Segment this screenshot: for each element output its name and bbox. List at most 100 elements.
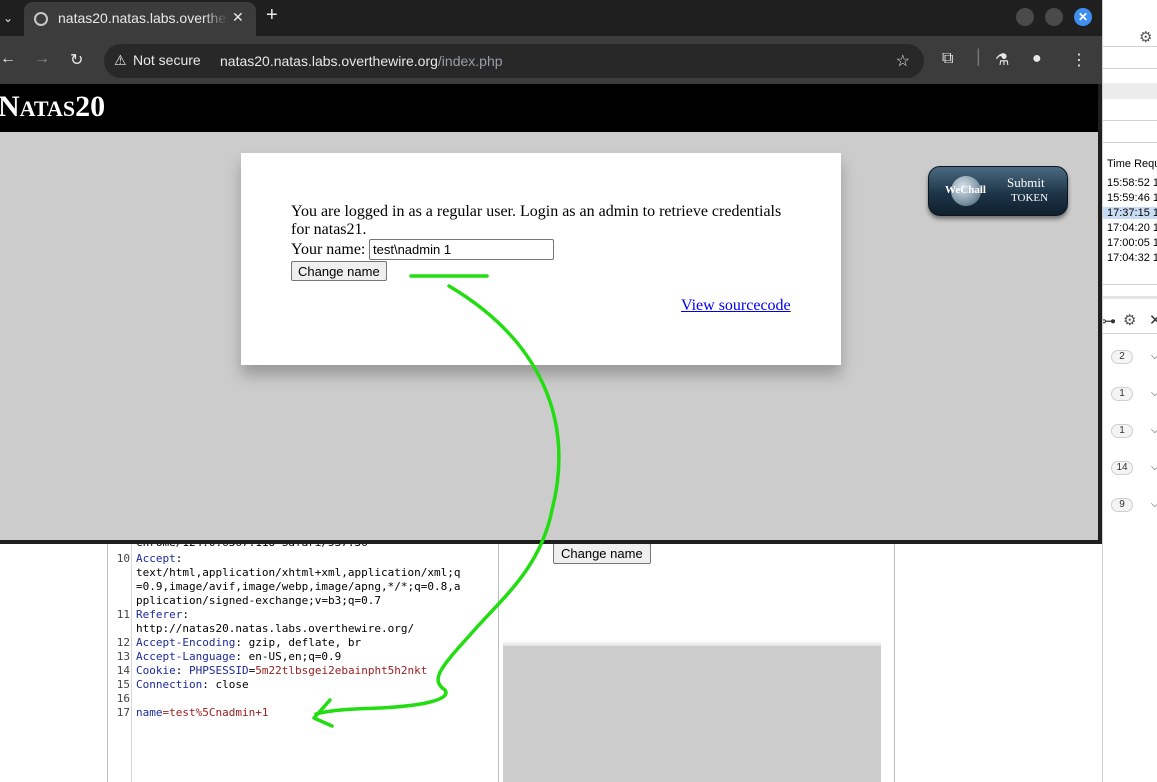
request-line[interactable]: 11 Referer: (108, 608, 500, 622)
header-key: Accept (136, 552, 176, 565)
wechall-submit-token-button[interactable]: WeChall Submit TOKEN (928, 166, 1068, 216)
url-path: /index.php (437, 53, 503, 69)
wechall-token-label: TOKEN (1011, 192, 1049, 204)
count-badge: 2 (1111, 350, 1133, 364)
request-line[interactable]: 14 Cookie: PHPSESSID=5m22tlbsgei2ebainpht… (108, 664, 500, 678)
request-line[interactable]: 16 (108, 692, 500, 706)
history-row-time[interactable]: 17:00:05 1 (1107, 237, 1157, 249)
forward-arrow-icon[interactable]: → (34, 50, 50, 68)
request-line[interactable]: pplication/signed-exchange;v=b3;q=0.7 (108, 594, 500, 608)
request-line[interactable]: 17 name=test%5Cnadmin+1 (108, 706, 500, 720)
header-key: Accept-Language (136, 650, 236, 663)
line-number: 17 (116, 706, 130, 719)
chevron-down-icon[interactable]: ⌵ (1151, 351, 1157, 362)
globe-icon (34, 12, 48, 26)
divider (1103, 68, 1157, 69)
close-icon[interactable]: ✕ (1149, 311, 1157, 329)
request-line[interactable]: =0.9,image/avif,image/webp,image/apng,*/… (108, 580, 500, 594)
wechall-brand: WeChall (945, 184, 986, 196)
header-value: : en-US,en;q=0.9 (235, 650, 342, 663)
header-value: text/html,application/xhtml+xml,applicat… (136, 566, 461, 579)
proxy-side-panel: ⚙ Time Requ 15:58:52 14 15:59:46 14 17:3… (1102, 0, 1157, 782)
toolbar-separator: | (976, 46, 981, 66)
close-window-button[interactable]: ✕ (1074, 8, 1092, 26)
history-row-time[interactable]: 17:04:32 14 (1107, 252, 1157, 264)
header-value: : gzip, deflate, br (235, 636, 362, 649)
tab-title: natas20.natas.labs.overthewire.org/index… (58, 10, 228, 26)
history-row-time[interactable]: 15:59:46 14 (1107, 192, 1157, 204)
new-tab-plus-icon[interactable]: + (266, 4, 278, 27)
count-badge: 14 (1111, 461, 1133, 475)
back-arrow-icon[interactable]: ← (0, 50, 16, 68)
count-badge: 9 (1111, 498, 1133, 512)
tab-search-chevron-icon[interactable]: ⌄ (0, 6, 16, 30)
tab-natas20[interactable]: natas20.natas.labs.overthewire.org/index… (24, 2, 256, 36)
chevron-down-icon[interactable]: ⌵ (1151, 425, 1157, 436)
inspector-gear-icon[interactable]: ⚙ (1123, 311, 1136, 329)
content-card: You are logged in as a regular user. Log… (241, 153, 841, 365)
history-row-time[interactable]: 17:04:20 1 (1107, 222, 1157, 234)
panel-divider (894, 540, 895, 782)
chevron-down-icon[interactable]: ⌵ (1151, 388, 1157, 399)
header-value: : (175, 552, 183, 565)
history-row-time[interactable]: 15:58:52 14 (1107, 177, 1157, 189)
line-number: 10 (116, 552, 130, 565)
logo-smallcaps: ATAS (19, 96, 76, 121)
address-bar[interactable]: ⚠ Not secure natas20.natas.labs.overthew… (104, 44, 924, 78)
line-number: 13 (116, 650, 130, 663)
view-sourcecode-link[interactable]: View sourcecode (681, 297, 791, 315)
extensions-puzzle-icon[interactable]: ⧉ (942, 50, 953, 68)
time-column-header[interactable]: Time Requ (1107, 158, 1157, 170)
settings-gear-icon[interactable]: ⚙ (1139, 28, 1152, 46)
header-value: =0.9,image/avif,image/webp,image/apng,*/… (136, 580, 461, 593)
history-row-time-selected[interactable]: 17:37:15 14 (1103, 207, 1157, 219)
logo-number: 20 (75, 90, 106, 123)
profile-avatar-icon[interactable]: ● (1032, 50, 1042, 68)
header-value: : close (202, 678, 249, 691)
render-change-name-button[interactable]: Change name (553, 543, 651, 564)
close-tab-icon[interactable]: ✕ (232, 9, 244, 26)
webpage-viewport: NATAS20 WeChall Submit TOKEN You are log… (0, 84, 1098, 540)
header-key: name (136, 706, 163, 719)
security-label[interactable]: Not secure (133, 52, 201, 68)
browser-window: ⌄ natas20.natas.labs.overthewire.org/ind… (0, 0, 1102, 544)
menu-kebab-icon[interactable]: ⋮ (1071, 50, 1087, 70)
header-value: pplication/signed-exchange;v=b3;q=0.7 (136, 594, 382, 607)
filter-icon[interactable]: ⊶ (1103, 312, 1116, 330)
labs-flask-icon[interactable]: ⚗ (995, 50, 1009, 70)
line-number: 16 (116, 692, 130, 705)
divider (1103, 333, 1157, 334)
request-editor[interactable]: Chrome/124.0.6367.118 Safari/537.3610Acc… (107, 530, 499, 782)
change-name-button[interactable]: Change name (291, 261, 387, 281)
header-key: Accept-Encoding (136, 636, 236, 649)
divider (1103, 284, 1157, 285)
request-line[interactable]: http://natas20.natas.labs.overthewire.or… (108, 622, 500, 636)
request-line[interactable]: 10 Accept: (108, 552, 500, 566)
scrollbar[interactable] (1103, 296, 1157, 299)
warning-triangle-icon[interactable]: ⚠ (114, 52, 127, 69)
request-line[interactable]: 12 Accept-Encoding: gzip, deflate, br (108, 636, 500, 650)
header-key: Connection (136, 678, 203, 691)
chevron-down-icon[interactable]: ⌵ (1151, 499, 1157, 510)
reload-icon[interactable]: ↻ (70, 50, 83, 70)
maximize-button[interactable] (1045, 8, 1063, 26)
browser-toolbar: ← → ↻ ⚠ Not secure natas20.natas.labs.ov… (0, 36, 1102, 84)
line-number: 15 (116, 678, 130, 691)
minimize-button[interactable] (1016, 8, 1034, 26)
tab-strip: ⌄ natas20.natas.labs.overthewire.org/ind… (0, 0, 1102, 36)
bookmark-star-icon[interactable]: ☆ (896, 51, 910, 71)
logo-initial: N (0, 90, 20, 123)
name-input[interactable] (369, 239, 554, 260)
count-badge: 1 (1111, 387, 1133, 401)
url-text[interactable]: natas20.natas.labs.overthewire.org/index… (220, 53, 503, 69)
request-line[interactable]: 13 Accept-Language: en-US,en;q=0.9 (108, 650, 500, 664)
toolbar-row (1103, 83, 1157, 99)
count-badge: 1 (1111, 424, 1133, 438)
chevron-down-icon[interactable]: ⌵ (1151, 462, 1157, 473)
header-value: : (182, 608, 189, 621)
site-logo: NATAS20 (0, 90, 105, 124)
render-panel: Change name (503, 530, 881, 782)
url-host: natas20.natas.labs.overthewire.org (220, 53, 438, 69)
request-line[interactable]: text/html,application/xhtml+xml,applicat… (108, 566, 500, 580)
request-line[interactable]: 15 Connection: close (108, 678, 500, 692)
